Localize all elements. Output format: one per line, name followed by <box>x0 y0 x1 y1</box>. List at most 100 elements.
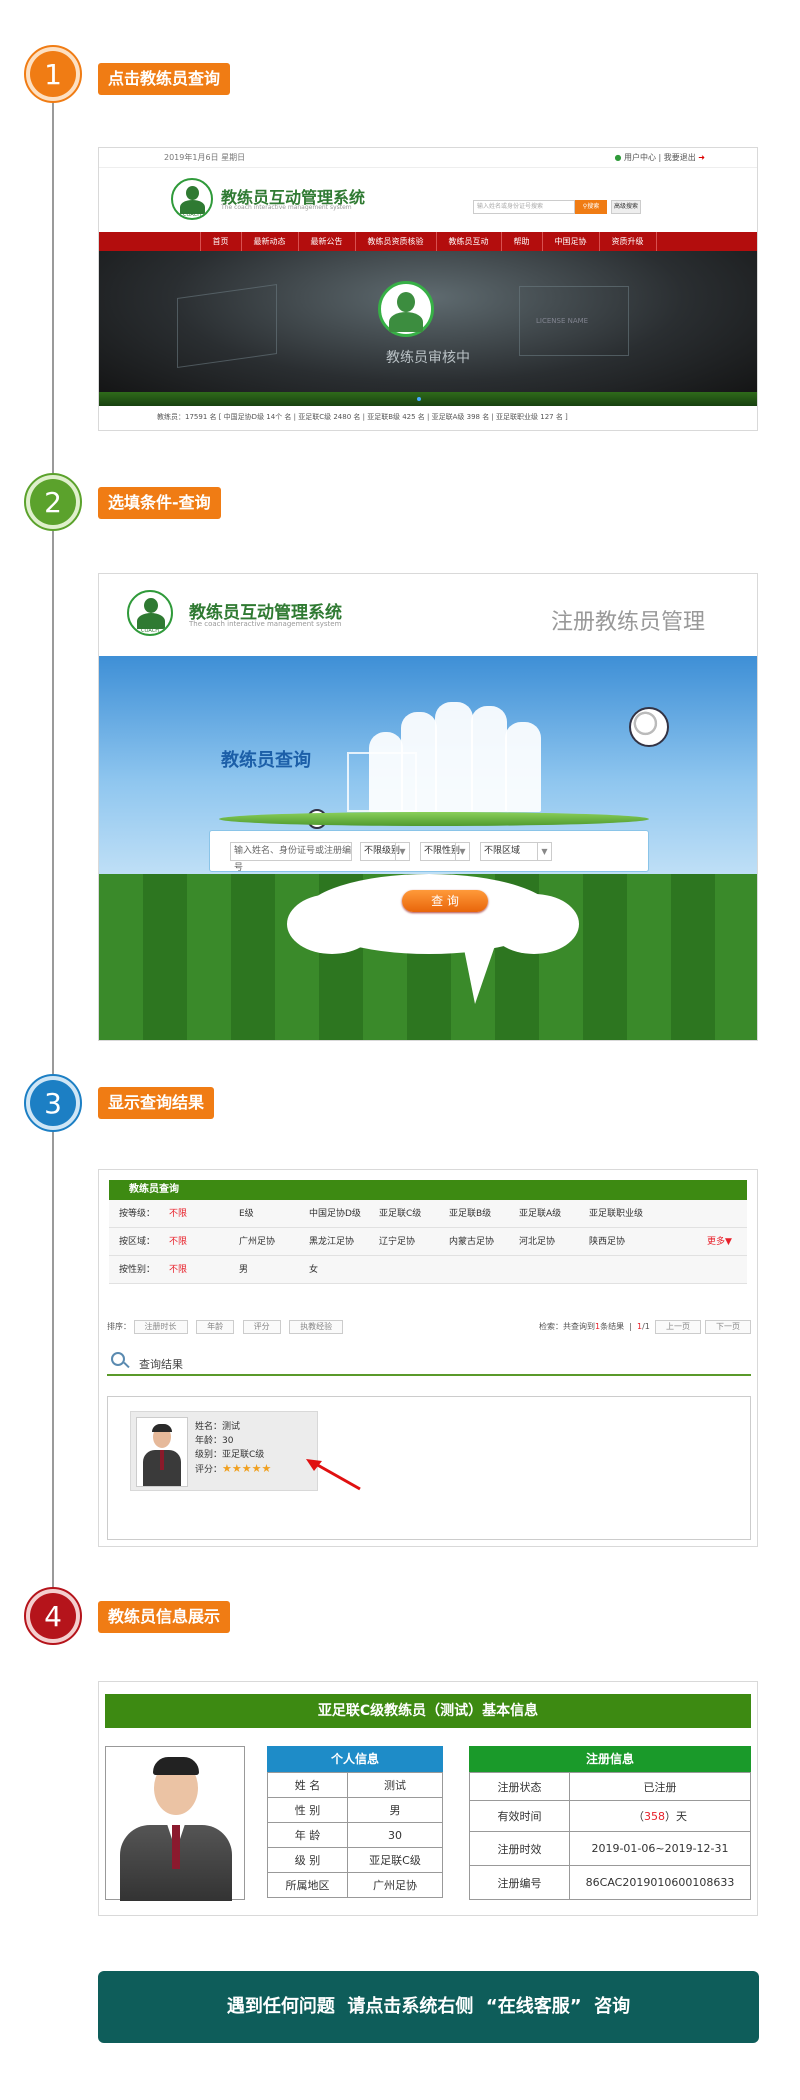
step-4-label: 教练员信息展示 <box>98 1601 231 1633</box>
filter-option[interactable]: 男 <box>239 1256 248 1284</box>
red-arrow-icon <box>306 1459 361 1491</box>
query-search-bar: 输入姓名、身份证号或注册编号 不限级别 ▼ 不限性别 ▼ 不限区域 ▼ <box>209 830 649 873</box>
gender-select[interactable]: 不限性别 ▼ <box>420 842 470 861</box>
next-page-button[interactable]: 下一页 <box>705 1320 751 1334</box>
region-select[interactable]: 不限区域 ▼ <box>480 842 552 861</box>
prev-page-button[interactable]: 上一页 <box>655 1320 701 1334</box>
sort-button[interactable]: 注册时长 <box>133 1320 188 1334</box>
sort-button[interactable]: 年龄 <box>196 1320 235 1334</box>
filter-option[interactable]: 亚足联A级 <box>519 1200 561 1228</box>
filter-option[interactable]: 辽宁足协 <box>379 1228 415 1256</box>
step-3-label: 显示查询结果 <box>98 1087 215 1119</box>
filter-option[interactable]: 亚足联职业级 <box>589 1200 643 1228</box>
keyword-input[interactable]: 输入姓名、身份证号或注册编号 <box>230 842 352 873</box>
filter-active[interactable]: 不限 <box>169 1228 187 1256</box>
filter-option[interactable]: 中国足协D级 <box>309 1200 361 1228</box>
filter-option[interactable]: 亚足联B级 <box>449 1200 491 1228</box>
valid-days-prefix: （ <box>633 1810 644 1823</box>
step-number: 1 <box>30 51 76 97</box>
filter-option[interactable]: 内蒙古足协 <box>449 1228 494 1256</box>
filter-active[interactable]: 不限 <box>169 1256 187 1284</box>
field-label: 有效时间 <box>469 1800 570 1832</box>
page-total: /1 <box>642 1322 650 1331</box>
result-info-suffix: 条结果 <box>600 1322 625 1331</box>
sort-button[interactable]: 评分 <box>242 1320 281 1334</box>
license-text: LICENSE NAME <box>536 317 589 325</box>
coach-stats: 教练员：17591 名 [ 中国足协D级 14个 名 | 亚足联C级 2480 … <box>157 413 568 421</box>
field-label: 姓 名 <box>267 1772 348 1798</box>
coach-card-info: 姓名：测试 年龄：30 级别：亚足联C级 评分：★★★★★ <box>195 1420 271 1477</box>
filter-row-gender: 按性别： 不限 男 女 <box>109 1256 747 1284</box>
nav-item-upgrade[interactable]: 资质升级 <box>598 232 657 251</box>
magnifier-handle <box>123 1361 130 1369</box>
banner-grass <box>99 392 757 406</box>
carousel-dot[interactable] <box>417 397 421 401</box>
registration-info-table: 注册状态 已注册 有效时间 （358）天 注册时效 2019-01-06~2019-1… <box>469 1772 751 1900</box>
filter-label: 按性别： <box>119 1265 156 1275</box>
search-button[interactable]: ⚲搜索 <box>575 200 607 214</box>
logo-subtitle: The coach interactive management system <box>221 204 352 211</box>
user-links: ● 用户中心 | 我要退出 ➜ <box>614 153 705 162</box>
nav-item-help[interactable]: 帮助 <box>500 232 542 251</box>
nav-item-verify[interactable]: 教练员资质核验 <box>354 232 436 251</box>
logout-link[interactable]: 我要退出 <box>664 153 696 162</box>
nav-item-cfa[interactable]: 中国足协 <box>541 232 599 251</box>
info-title: 亚足联C级教练员（测试）基本信息 <box>105 1694 751 1728</box>
region-select-value: 不限区域 <box>484 846 521 856</box>
step-1-marker: 1 <box>24 45 82 103</box>
sort-bar: 排序： 注册时长 年龄 评分 执教经验 检索：共查询到1条结果 | 1/1 上一… <box>107 1320 751 1334</box>
filter-option[interactable]: E级 <box>239 1200 254 1228</box>
nav-item-home[interactable]: 首页 <box>199 232 241 251</box>
nav-item-interact[interactable]: 教练员互动 <box>435 232 501 251</box>
logo-badge: COACH <box>141 628 159 634</box>
coach-name: 姓名：测试 <box>195 1422 241 1432</box>
valid-days-suffix: ）天 <box>665 1810 687 1823</box>
results-title-bar: 查询结果 <box>107 1350 751 1376</box>
top-info-bar: 2019年1月6日 星期日 ● 用户中心 | 我要退出 ➜ <box>99 148 757 168</box>
user-center-link[interactable]: 用户中心 <box>624 153 656 162</box>
goal-net <box>347 752 417 812</box>
soccer-ball-icon <box>629 707 669 747</box>
advanced-search-button[interactable]: 高级搜索 <box>611 200 641 214</box>
nav-item-news[interactable]: 最新动态 <box>240 232 298 251</box>
chevron-down-icon: ▼ <box>395 843 409 860</box>
level-select[interactable]: 不限级别 ▼ <box>360 842 410 861</box>
grass-patch <box>219 812 649 826</box>
field-label: 所属地区 <box>267 1872 348 1898</box>
filter-option[interactable]: 河北足协 <box>519 1228 555 1256</box>
coach-card[interactable]: 姓名：测试 年龄：30 级别：亚足联C级 评分：★★★★★ <box>130 1411 318 1491</box>
logo-icon: COACH <box>171 178 213 220</box>
user-avatar-icon <box>378 281 434 337</box>
nav-item-notice[interactable]: 最新公告 <box>297 232 355 251</box>
filter-option[interactable]: 女 <box>309 1256 318 1284</box>
filter-option[interactable]: 黑龙江足协 <box>309 1228 354 1256</box>
filter-option[interactable]: 陕西足协 <box>589 1228 625 1256</box>
field-value: 30 <box>347 1822 443 1848</box>
logo-subtitle: The coach interactive management system <box>189 620 342 628</box>
more-toggle[interactable]: 更多▼ <box>707 1228 732 1256</box>
step-3-marker: 3 <box>24 1074 82 1132</box>
filter-row-region: 按区域： 不限 广州足协 黑龙江足协 辽宁足协 内蒙古足协 河北足协 陕西足协 … <box>109 1228 747 1256</box>
main-nav: 首页 最新动态 最新公告 教练员资质核验 教练员互动 帮助 中国足协 资质升级 <box>99 232 757 251</box>
step-number: 3 <box>30 1080 76 1126</box>
search-input[interactable]: 输入姓名或身份证号搜索 <box>473 200 575 214</box>
support-banner[interactable]: 遇到任何问题 请点击系统右侧 “在线客服” 咨询 <box>98 1971 759 2043</box>
field-label: 性 别 <box>267 1797 348 1823</box>
filter-option[interactable]: 广州足协 <box>239 1228 275 1256</box>
coach-age: 年龄：30 <box>195 1436 234 1446</box>
sort-button[interactable]: 执教经验 <box>289 1320 344 1334</box>
filter-option[interactable]: 亚足联C级 <box>379 1200 421 1228</box>
field-label: 年 龄 <box>267 1822 348 1848</box>
user-icon: ● <box>614 153 622 162</box>
result-info: 检索：共查询到 <box>539 1322 596 1331</box>
filter-active[interactable]: 不限 <box>169 1200 187 1228</box>
results-panel: 姓名：测试 年龄：30 级别：亚足联C级 评分：★★★★★ <box>107 1396 751 1540</box>
pagination: 检索：共查询到1条结果 | 1/1 上一页 下一页 <box>539 1320 751 1334</box>
step-number: 4 <box>30 1593 76 1639</box>
field-label: 注册编号 <box>469 1865 570 1900</box>
step-1-label: 点击教练员查询 <box>98 63 231 95</box>
query-button[interactable]: 查 询 <box>402 890 488 912</box>
personal-info-table: 姓 名测试 性 别男 年 龄 30 级 别亚足联C级 所属地区 广州足协 <box>267 1772 443 1898</box>
step-number: 2 <box>30 479 76 525</box>
filter-header: 教练员查询 <box>109 1180 747 1200</box>
